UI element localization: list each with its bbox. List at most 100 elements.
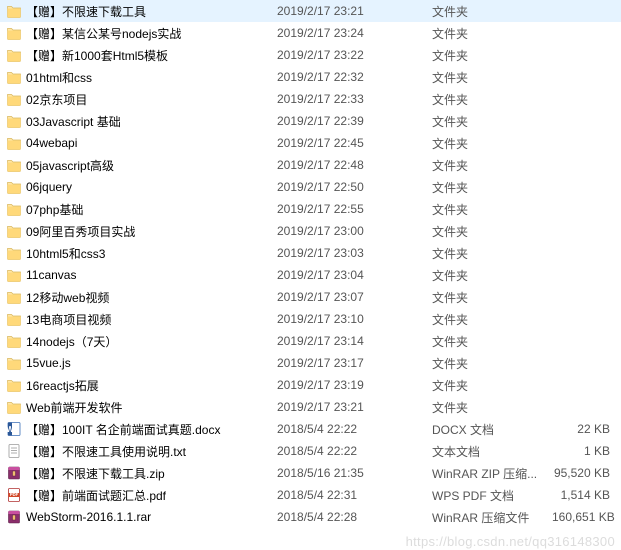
file-type: 文件夹 xyxy=(432,399,552,416)
file-name: 15vue.js xyxy=(26,356,71,370)
file-name-cell: W 【赠】100IT 名企前端面试真题.docx xyxy=(6,421,277,438)
file-row[interactable]: 【赠】不限速下载工具.zip2018/5/16 21:35WinRAR ZIP … xyxy=(0,462,621,484)
file-date: 2019/2/17 23:22 xyxy=(277,48,432,62)
folder-icon xyxy=(6,113,22,129)
file-name-cell: 【赠】某信公某号nodejs实战 xyxy=(6,25,277,42)
file-size: 1 KB xyxy=(552,444,614,458)
file-date: 2019/2/17 23:10 xyxy=(277,312,432,326)
svg-text:PDF: PDF xyxy=(10,492,19,497)
file-date: 2019/2/17 22:50 xyxy=(277,180,432,194)
file-type: 文件夹 xyxy=(432,179,552,196)
file-row[interactable]: 04webapi2019/2/17 22:45文件夹 xyxy=(0,132,621,154)
file-row[interactable]: 01html和css2019/2/17 22:32文件夹 xyxy=(0,66,621,88)
file-row[interactable]: Web前端开发软件2019/2/17 23:21文件夹 xyxy=(0,396,621,418)
file-name: 02京东项目 xyxy=(26,91,87,108)
file-type: 文件夹 xyxy=(432,355,552,372)
file-type: WPS PDF 文档 xyxy=(432,487,552,504)
file-date: 2019/2/17 23:14 xyxy=(277,334,432,348)
file-name: 【赠】不限速下载工具 xyxy=(26,3,146,20)
folder-icon xyxy=(6,289,22,305)
file-name: 07php基础 xyxy=(26,201,83,218)
file-row[interactable]: 03Javascript 基础2019/2/17 22:39文件夹 xyxy=(0,110,621,132)
file-name: 【赠】新1000套Html5模板 xyxy=(26,47,168,64)
file-row[interactable]: W【赠】100IT 名企前端面试真题.docx2018/5/4 22:22DOC… xyxy=(0,418,621,440)
file-row[interactable]: 10html5和css32019/2/17 23:03文件夹 xyxy=(0,242,621,264)
file-row[interactable]: 13电商项目视频2019/2/17 23:10文件夹 xyxy=(0,308,621,330)
folder-icon xyxy=(6,333,22,349)
folder-icon xyxy=(6,377,22,393)
file-row[interactable]: PDF【赠】前端面试题汇总.pdf2018/5/4 22:31WPS PDF 文… xyxy=(0,484,621,506)
file-name: 06jquery xyxy=(26,180,72,194)
file-type: 文件夹 xyxy=(432,333,552,350)
rar-icon xyxy=(6,465,22,481)
folder-icon xyxy=(6,311,22,327)
file-name-cell: 【赠】不限速工具使用说明.txt xyxy=(6,443,277,460)
file-date: 2019/2/17 23:17 xyxy=(277,356,432,370)
file-name: 【赠】某信公某号nodejs实战 xyxy=(26,25,181,42)
file-type: 文件夹 xyxy=(432,135,552,152)
folder-icon xyxy=(6,91,22,107)
txt-icon xyxy=(6,443,22,459)
file-row[interactable]: 02京东项目2019/2/17 22:33文件夹 xyxy=(0,88,621,110)
file-type: 文件夹 xyxy=(432,47,552,64)
file-date: 2018/5/16 21:35 xyxy=(277,466,432,480)
file-name-cell: 【赠】不限速下载工具 xyxy=(6,3,277,20)
svg-text:W: W xyxy=(6,425,14,434)
file-size: 160,651 KB xyxy=(552,510,614,524)
folder-icon xyxy=(6,267,22,283)
file-name-cell: 15vue.js xyxy=(6,355,277,371)
folder-icon xyxy=(6,355,22,371)
file-size: 22 KB xyxy=(552,422,614,436)
file-name-cell: 01html和css xyxy=(6,69,277,86)
file-row[interactable]: 16reactjs拓展2019/2/17 23:19文件夹 xyxy=(0,374,621,396)
file-name-cell: 06jquery xyxy=(6,179,277,195)
file-name-cell: Web前端开发软件 xyxy=(6,399,277,416)
file-name-cell: 07php基础 xyxy=(6,201,277,218)
folder-icon xyxy=(6,135,22,151)
file-type: 文件夹 xyxy=(432,25,552,42)
file-type: 文件夹 xyxy=(432,223,552,240)
file-name-cell: 05javascript高级 xyxy=(6,157,277,174)
file-row[interactable]: WebStorm-2016.1.1.rar2018/5/4 22:28WinRA… xyxy=(0,506,621,528)
file-row[interactable]: 【赠】不限速下载工具2019/2/17 23:21文件夹 xyxy=(0,0,621,22)
file-name-cell: 13电商项目视频 xyxy=(6,311,277,328)
file-name: 12移动web视频 xyxy=(26,289,109,306)
file-type: WinRAR 压缩文件 xyxy=(432,509,552,526)
file-row[interactable]: 【赠】某信公某号nodejs实战2019/2/17 23:24文件夹 xyxy=(0,22,621,44)
docx-icon: W xyxy=(6,421,22,437)
file-list: 【赠】不限速下载工具2019/2/17 23:21文件夹【赠】某信公某号node… xyxy=(0,0,621,528)
file-row[interactable]: 07php基础 2019/2/17 22:55文件夹 xyxy=(0,198,621,220)
file-name: 13电商项目视频 xyxy=(26,311,111,328)
file-name: 【赠】100IT 名企前端面试真题.docx xyxy=(26,421,221,438)
file-row[interactable]: 12移动web视频2019/2/17 23:07文件夹 xyxy=(0,286,621,308)
file-row[interactable]: 06jquery 2019/2/17 22:50文件夹 xyxy=(0,176,621,198)
file-row[interactable]: 【赠】不限速工具使用说明.txt2018/5/4 22:22文本文档1 KB xyxy=(0,440,621,462)
file-date: 2018/5/4 22:22 xyxy=(277,422,432,436)
file-row[interactable]: 05javascript高级2019/2/17 22:48文件夹 xyxy=(0,154,621,176)
file-name: WebStorm-2016.1.1.rar xyxy=(26,510,151,524)
file-name: 【赠】不限速工具使用说明.txt xyxy=(26,443,186,460)
file-type: 文件夹 xyxy=(432,69,552,86)
file-date: 2019/2/17 22:55 xyxy=(277,202,432,216)
file-name-cell: PDF【赠】前端面试题汇总.pdf xyxy=(6,487,277,504)
file-row[interactable]: 15vue.js 2019/2/17 23:17文件夹 xyxy=(0,352,621,374)
file-name-cell: 12移动web视频 xyxy=(6,289,277,306)
file-type: 文本文档 xyxy=(432,443,552,460)
file-row[interactable]: 14nodejs（7天） 2019/2/17 23:14文件夹 xyxy=(0,330,621,352)
folder-icon xyxy=(6,245,22,261)
file-name: 16reactjs拓展 xyxy=(26,377,99,394)
file-type: 文件夹 xyxy=(432,201,552,218)
file-type: 文件夹 xyxy=(432,91,552,108)
file-name: 14nodejs（7天） xyxy=(26,333,117,350)
folder-icon xyxy=(6,223,22,239)
file-date: 2019/2/17 22:39 xyxy=(277,114,432,128)
file-date: 2019/2/17 22:48 xyxy=(277,158,432,172)
file-row[interactable]: 【赠】新1000套Html5模板 2019/2/17 23:22文件夹 xyxy=(0,44,621,66)
file-type: 文件夹 xyxy=(432,157,552,174)
folder-icon xyxy=(6,69,22,85)
file-row[interactable]: 09阿里百秀项目实战2019/2/17 23:00文件夹 xyxy=(0,220,621,242)
watermark-text: https://blog.csdn.net/qq316148300 xyxy=(406,534,615,549)
file-name-cell: 04webapi xyxy=(6,135,277,151)
file-row[interactable]: 11canvas2019/2/17 23:04文件夹 xyxy=(0,264,621,286)
file-date: 2019/2/17 22:45 xyxy=(277,136,432,150)
